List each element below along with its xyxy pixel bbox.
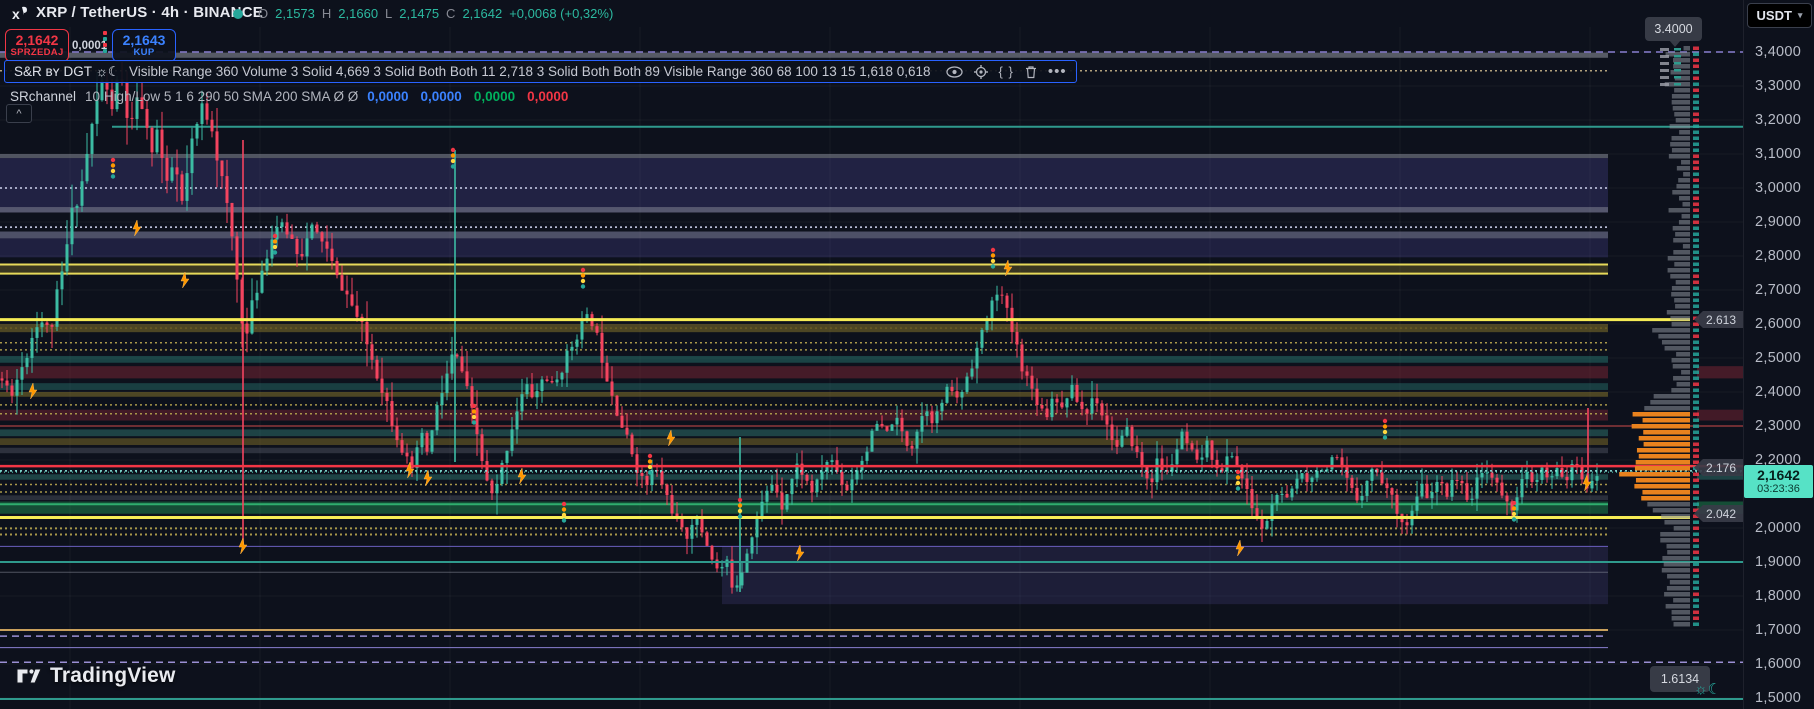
xrp-symbol-logo-icon[interactable]: x (10, 4, 30, 24)
currency-label: USDT (1756, 8, 1792, 23)
delete-icon[interactable] (1025, 65, 1037, 79)
price-tick: 1,7000 (1755, 622, 1802, 638)
indicator-params: Visible Range 360 Volume 3 Solid 4,669 3… (128, 64, 931, 79)
sell-label: SPRZEDAJ (10, 46, 64, 58)
price-tick: 1,5000 (1755, 690, 1802, 706)
bar-countdown: 03:23:36 (1757, 483, 1800, 496)
ohlc-values: O 2,1573 H 2,1660 L 2,1475 C 2,1642 +0,0068 … (258, 6, 613, 21)
tradingview-chart-window: x XRP / TetherUS · 4h · BINANCE O 2,1573 … (0, 0, 1814, 709)
spread-sparkline (103, 31, 107, 53)
price-tick: 2,3000 (1755, 418, 1802, 434)
indicator-params: 10 High/Low 5 1 6 290 50 SMA 200 SMA Ø Ø (85, 88, 359, 104)
chart-canvas[interactable] (0, 0, 1814, 709)
spread-value: 0,0001 (72, 40, 108, 52)
open-label: O (258, 6, 269, 21)
open-value: 2,1573 (275, 6, 315, 21)
sr-level-label-2176: 2.176 (1693, 459, 1743, 476)
high-label: H (321, 6, 332, 21)
price-tick: 1,6000 (1755, 656, 1802, 672)
price-tooltip-high: 3.4000 (1645, 17, 1702, 41)
price-tick: 3,3000 (1755, 78, 1802, 94)
chart-header: x XRP / TetherUS · 4h · BINANCE O 2,1573 … (0, 0, 1814, 27)
price-tick: 2,9000 (1755, 214, 1802, 230)
price-tick: 3,1000 (1755, 146, 1802, 162)
tradingview-logo-text: TradingView (50, 664, 176, 687)
price-axis[interactable]: 3,4000 3,3000 3,2000 3,1000 3,0000 2,9000 2,80… (1743, 0, 1814, 709)
price-tick: 2,4000 (1755, 384, 1802, 400)
svg-text:x: x (12, 6, 20, 22)
indicator-title: S&R ʙʏ DGT ☼☾ (14, 63, 120, 79)
sell-price: 2,1642 (15, 32, 59, 49)
buy-price: 2,1643 (122, 32, 166, 49)
indicator-values: 0,0000 0,0000 0,0000 0,0000 (367, 89, 568, 104)
lightning-bolt-icon (423, 469, 433, 487)
chevron-down-icon: ▾ (1797, 10, 1803, 20)
price-tick: 2,0000 (1755, 520, 1802, 536)
price-tick: 1,9000 (1755, 554, 1802, 570)
volume-profile (1619, 46, 1699, 627)
sr-level-label-2042: 2.042 (1693, 505, 1743, 522)
indicator-value: 0,0000 (473, 88, 516, 104)
currency-toggle-button[interactable]: USDT ▾ (1747, 3, 1812, 28)
lightning-bolt-icon (238, 537, 248, 555)
tooltip-pointer (1669, 40, 1681, 47)
market-status-dot[interactable] (233, 9, 243, 19)
dgt-logo-icon: ☼☾ (1694, 681, 1722, 698)
tradingview-logo-icon (16, 668, 42, 684)
indicator-value: 0,0000 (367, 88, 409, 104)
close-label: C (446, 6, 456, 21)
collapse-legend-button[interactable]: ^ (6, 104, 32, 123)
sell-button[interactable]: 2,1642 SPRZEDAJ (5, 29, 69, 62)
price-tick: 2,5000 (1755, 350, 1802, 366)
price-tick: 2,7000 (1755, 282, 1802, 298)
indicator-legend-srchannel[interactable]: SRchannel 10 High/Low 5 1 6 290 50 SMA 2… (10, 87, 568, 105)
indicator-value: 0,0000 (527, 88, 569, 104)
more-options-icon[interactable]: ••• (1048, 64, 1067, 79)
indicator-legend-sr-dgt[interactable]: S&R ʙʏ DGT ☼☾ Visible Range 360 Volume 3… (4, 60, 1077, 83)
buy-button[interactable]: 2,1643 KUP (112, 29, 176, 62)
low-label: L (385, 6, 393, 21)
high-value: 2,1660 (338, 6, 379, 21)
lightning-bolt-icon (517, 467, 527, 485)
tradingview-logo[interactable]: TradingView (16, 664, 176, 688)
current-price-label: 2,1642 03:23:36 (1744, 465, 1813, 498)
change-value: +0,0068 (+0,32%) (509, 6, 614, 21)
price-tick: 3,2000 (1755, 112, 1802, 128)
symbol-title[interactable]: XRP / TetherUS · 4h · BINANCE (36, 4, 263, 21)
eye-icon[interactable] (945, 65, 963, 78)
price-tick: 1,8000 (1755, 588, 1802, 604)
price-tick: 3,4000 (1755, 44, 1802, 60)
indicator-actions: { } ••• (945, 64, 1067, 79)
indicator-value: 0,0000 (420, 88, 462, 104)
price-tick: 3,0000 (1755, 180, 1802, 196)
source-code-icon[interactable]: { } (999, 64, 1014, 79)
low-value: 2,1475 (399, 6, 440, 21)
settings-icon[interactable] (973, 64, 988, 79)
current-price-value: 2,1642 (1757, 466, 1800, 483)
buy-label: KUP (133, 46, 155, 58)
close-value: 2,1642 (462, 6, 503, 21)
indicator-title: SRchannel (10, 88, 77, 104)
price-tick: 2,8000 (1755, 248, 1802, 264)
sr-level-label-2613: 2.613 (1693, 311, 1743, 328)
price-tick: 2,6000 (1755, 316, 1802, 332)
